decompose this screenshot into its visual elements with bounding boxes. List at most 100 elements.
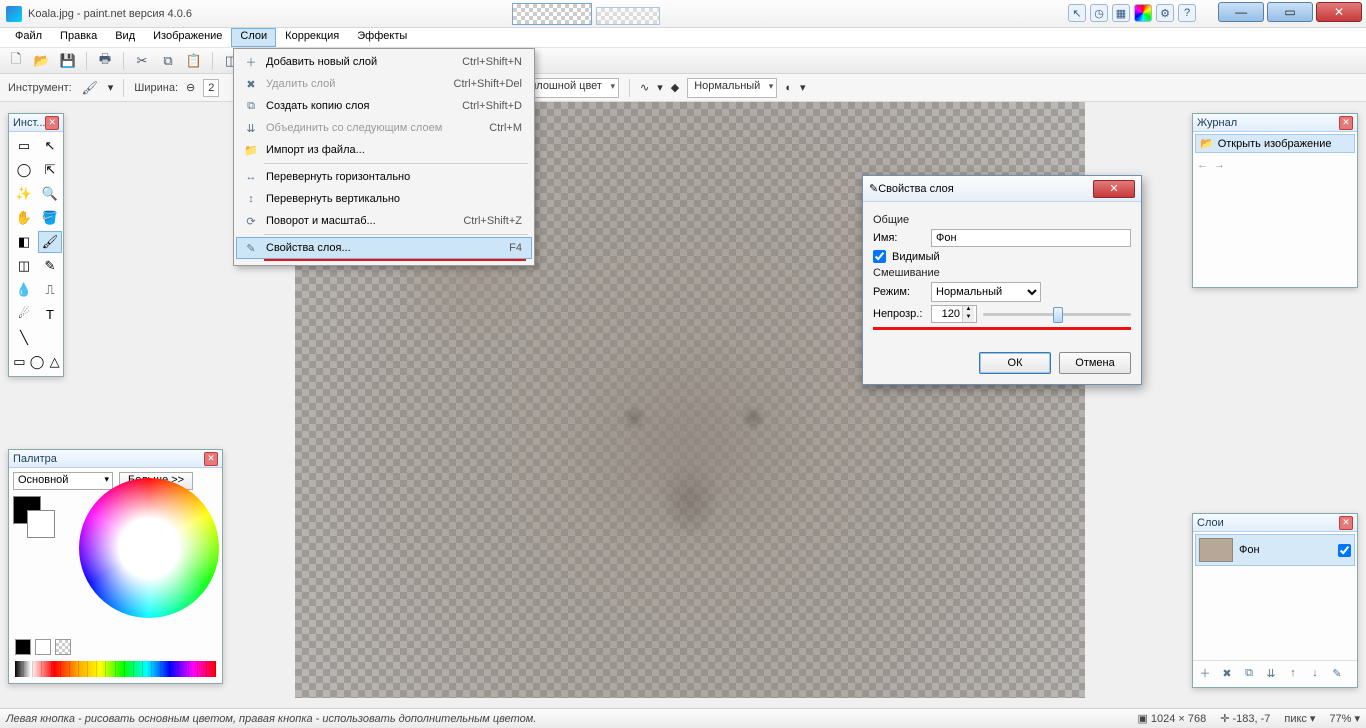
swatch-icon[interactable]	[55, 639, 71, 655]
pan-tool[interactable]: ✋	[12, 207, 36, 229]
add-layer-icon[interactable]: ＋	[1196, 664, 1214, 682]
menu-adjustments[interactable]: Коррекция	[276, 28, 348, 47]
status-zoom[interactable]: 77% ▾	[1329, 712, 1360, 725]
menu-layer-properties[interactable]: ✎Свойства слоя...F4	[236, 237, 532, 259]
duplicate-layer-icon[interactable]: ⧉	[1240, 664, 1258, 682]
alpha-icon[interactable]: ◐	[785, 82, 792, 94]
status-units[interactable]: пикс ▾	[1284, 712, 1315, 725]
fill-tool[interactable]: 🪣	[38, 207, 62, 229]
spin-down[interactable]: ▼	[962, 314, 974, 322]
menu-rotate-zoom[interactable]: ⟳Поворот и масштаб...Ctrl+Shift+Z	[236, 210, 532, 232]
close-icon[interactable]: ✕	[1339, 516, 1353, 530]
close-button[interactable]: ✕	[1316, 2, 1362, 22]
cancel-button[interactable]: Отмена	[1059, 352, 1131, 374]
secondary-color[interactable]	[27, 510, 55, 538]
gear-icon[interactable]: ⚙	[1156, 4, 1174, 22]
menu-flip-vertical[interactable]: ↕Перевернуть вертикально	[236, 188, 532, 210]
layer-row[interactable]: Фон	[1195, 534, 1355, 566]
clock-icon[interactable]: ◷	[1090, 4, 1108, 22]
visible-checkbox[interactable]	[873, 250, 886, 263]
color-wheel[interactable]	[79, 478, 219, 618]
minimize-button[interactable]: —	[1218, 2, 1264, 22]
rect-shape-tool[interactable]: ▭	[12, 351, 27, 373]
blend-dropdown[interactable]: Нормальный	[687, 78, 777, 98]
copy-icon[interactable]: ⧉	[158, 51, 178, 71]
color-mode-dropdown[interactable]: Основной	[13, 472, 113, 490]
width-field[interactable]: 2	[203, 79, 219, 97]
merge-layer-icon[interactable]: ⇊	[1262, 664, 1280, 682]
move-up-icon[interactable]: ↑	[1284, 664, 1302, 682]
history-item[interactable]: 📂Открыть изображение	[1195, 134, 1355, 153]
line-tool[interactable]: ╲	[12, 327, 36, 349]
menu-image[interactable]: Изображение	[144, 28, 231, 47]
opacity-input[interactable]	[932, 306, 962, 322]
name-input[interactable]	[931, 229, 1131, 247]
primary-secondary-swatch[interactable]	[13, 496, 57, 540]
zoom-tool[interactable]: 🔍	[38, 183, 62, 205]
print-icon[interactable]: 🖶	[95, 51, 115, 71]
rect-select-tool[interactable]: ▭	[12, 135, 36, 157]
menu-delete-layer[interactable]: ✖Удалить слойCtrl+Shift+Del	[236, 73, 532, 95]
recolor-tool[interactable]: ☄	[12, 303, 36, 325]
save-icon[interactable]: 💾	[58, 51, 78, 71]
redo-icon[interactable]: →	[1214, 159, 1225, 171]
ok-button[interactable]: ОК	[979, 352, 1051, 374]
move-sel-tool[interactable]: ↖	[38, 135, 62, 157]
menu-merge-down[interactable]: ⇊Объединить со следующим слоемCtrl+M	[236, 117, 532, 139]
open-icon[interactable]: 📂	[32, 51, 52, 71]
swatch-icon[interactable]	[35, 639, 51, 655]
close-icon[interactable]: ✕	[204, 452, 218, 466]
menu-flip-horizontal[interactable]: ↔Перевернуть горизонтально	[236, 166, 532, 188]
menu-layers[interactable]: Слои	[231, 28, 276, 47]
new-icon[interactable]: 🗋	[6, 51, 26, 71]
eraser-tool[interactable]: ◫	[12, 255, 36, 277]
pencil-tool[interactable]: ✎	[38, 255, 62, 277]
move-pixels-tool[interactable]: ⇱	[38, 159, 62, 181]
width-minus[interactable]: ⊖	[186, 81, 195, 94]
panel-header[interactable]: Слои✕	[1193, 514, 1357, 532]
picker-tool[interactable]: 💧	[12, 279, 36, 301]
slider-thumb[interactable]	[1053, 307, 1063, 323]
cut-icon[interactable]: ✂	[132, 51, 152, 71]
doc-thumb[interactable]	[596, 7, 660, 25]
color-icon[interactable]	[1134, 4, 1152, 22]
mode-select[interactable]: Нормальный	[931, 282, 1041, 302]
brush-icon[interactable]: 🖌	[80, 78, 100, 98]
menu-effects[interactable]: Эффекты	[348, 28, 416, 47]
delete-layer-icon[interactable]: ✖	[1218, 664, 1236, 682]
dialog-header[interactable]: ✎ Свойства слоя ✕	[863, 176, 1141, 202]
close-icon[interactable]: ✕	[45, 116, 59, 130]
help-icon[interactable]: ?	[1178, 4, 1196, 22]
brush-tool[interactable]: 🖌	[38, 231, 62, 253]
menu-file[interactable]: Файл	[6, 28, 51, 47]
ellipse-shape-tool[interactable]: ◯	[29, 351, 46, 373]
menu-edit[interactable]: Правка	[51, 28, 106, 47]
antialias-icon[interactable]: ◆	[671, 81, 679, 94]
panel-header[interactable]: Палитра✕	[9, 450, 222, 468]
wand-tool[interactable]: ✨	[12, 183, 36, 205]
maximize-button[interactable]: ▭	[1267, 2, 1313, 22]
menu-add-layer[interactable]: ＋Добавить новый слойCtrl+Shift+N	[236, 51, 532, 73]
move-down-icon[interactable]: ↓	[1306, 664, 1324, 682]
opacity-slider[interactable]	[983, 305, 1131, 323]
doc-thumb[interactable]	[512, 3, 592, 25]
undo-icon[interactable]: ←	[1197, 159, 1208, 171]
text-tool[interactable]: T	[38, 303, 62, 325]
curve-icon[interactable]: ∿	[640, 81, 649, 94]
wheel-cursor[interactable]	[145, 544, 153, 552]
panel-header[interactable]: Инст...✕	[9, 114, 63, 132]
properties-icon[interactable]: ✎	[1328, 664, 1346, 682]
spin-up[interactable]: ▲	[962, 306, 974, 314]
dialog-close-button[interactable]: ✕	[1093, 180, 1135, 198]
gradient-tool[interactable]: ◧	[12, 231, 36, 253]
clone-tool[interactable]: ⎍	[38, 279, 62, 301]
panel-header[interactable]: Журнал✕	[1193, 114, 1357, 132]
menu-view[interactable]: Вид	[106, 28, 144, 47]
menu-duplicate-layer[interactable]: ⧉Создать копию слояCtrl+Shift+D	[236, 95, 532, 117]
paste-icon[interactable]: 📋	[184, 51, 204, 71]
lasso-tool[interactable]: ◯	[12, 159, 36, 181]
pointer-icon[interactable]: ↖	[1068, 4, 1086, 22]
menu-import-file[interactable]: 📁Импорт из файла...	[236, 139, 532, 161]
swatch-icon[interactable]	[15, 639, 31, 655]
palette-strip[interactable]	[15, 661, 216, 677]
